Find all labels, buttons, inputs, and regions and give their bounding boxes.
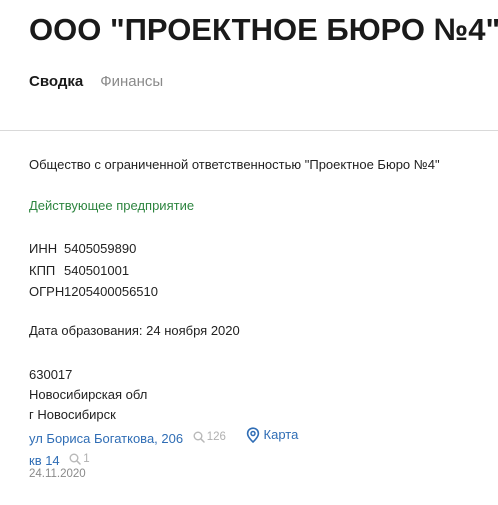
search-icon [69,453,82,465]
apartment-count: 1 [83,453,90,465]
kpp-row: КПП 540501001 [29,260,158,282]
company-codes: ИНН 5405059890 КПП 540501001 ОГРН 120540… [29,238,158,303]
address-date: 24.11.2020 [29,468,86,480]
divider [0,130,498,131]
region: Новосибирская обл [29,387,148,402]
street-search-count[interactable]: 126 [193,427,226,447]
map-label: Карта [263,427,299,442]
inn-row: ИНН 5405059890 [29,238,158,260]
company-full-name: Общество с ограниченной ответственностью… [29,157,440,172]
map-pin-icon [246,427,259,443]
apartment-search-count[interactable]: 1 [69,449,90,469]
ogrn-row: ОГРН 1205400056510 [29,281,158,303]
search-icon [193,431,205,443]
street-line: ул Бориса Богаткова, 206 126 Карта [29,425,298,449]
tab-bar: Сводка Финансы [29,73,163,90]
ogrn-label: ОГРН [29,284,65,299]
status-text: Действующее предприятие [29,198,195,213]
kpp-value: 540501001 [64,262,130,278]
city: г Новосибирск [29,407,116,422]
founded-date: Дата образования: 24 ноября 2020 [29,323,240,338]
postcode: 630017 [29,367,73,382]
inn-value: 5405059890 [64,241,137,256]
address-block: 630017 Новосибирская обл г Новосибирск у… [29,365,298,471]
street-link[interactable]: ул Бориса Богаткова, 206 [29,431,183,446]
page-title: ООО "ПРОЕКТНОЕ БЮРО №4" [29,12,498,47]
inn-label: ИНН [29,241,58,256]
apartment-link[interactable]: кв 14 [29,453,60,468]
map-link[interactable]: Карта [246,425,299,445]
tab-finance[interactable]: Финансы [100,73,163,90]
tab-summary[interactable]: Сводка [29,73,83,90]
kpp-label: КПП [29,262,56,278]
street-count: 126 [206,431,226,443]
ogrn-value: 1205400056510 [64,284,158,299]
